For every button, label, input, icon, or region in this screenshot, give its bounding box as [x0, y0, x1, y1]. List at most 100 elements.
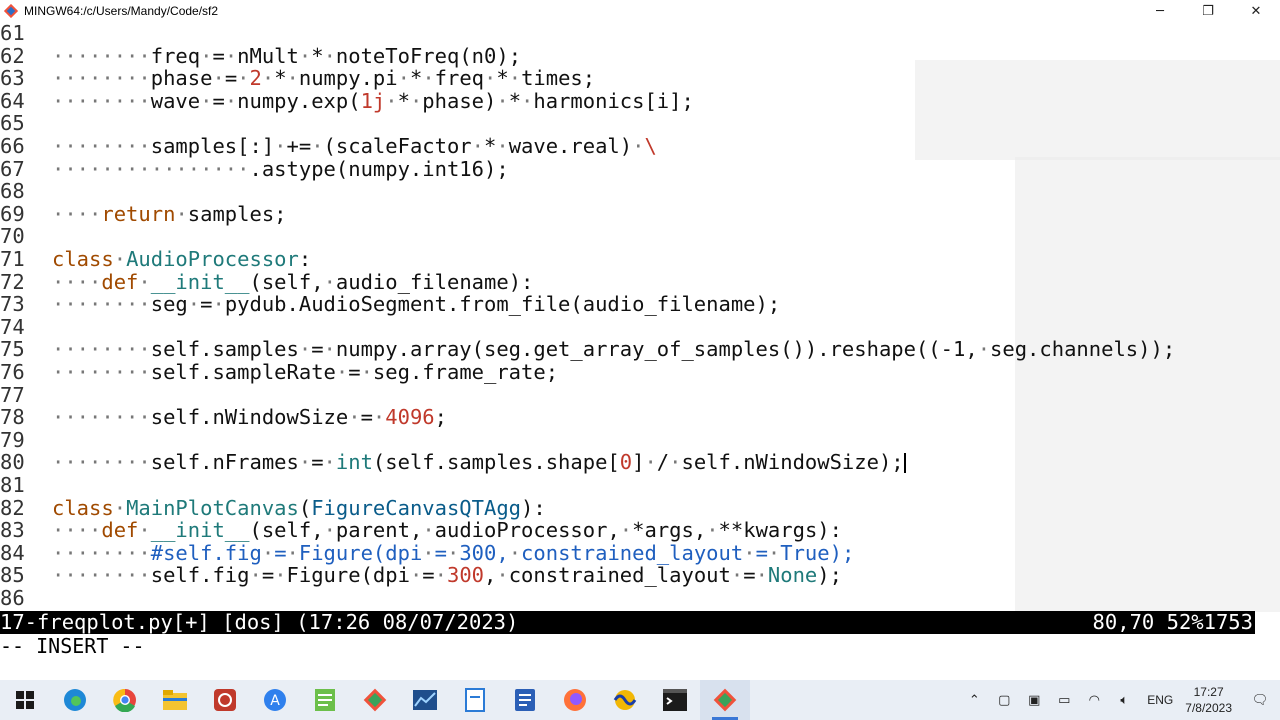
close-button[interactable]: ✕: [1232, 0, 1280, 22]
code-line[interactable]: 65: [0, 112, 52, 135]
edge-icon: [63, 688, 87, 712]
line-number: 68: [0, 179, 25, 204]
line-code: ········phase·=·2·*·numpy.pi·*·freq·*·ti…: [52, 66, 596, 91]
window-title: MINGW64:/c/Users/Mandy/Code/sf2: [24, 4, 219, 18]
background-ghost-window: [915, 60, 1280, 160]
taskbar-button-document[interactable]: [450, 680, 500, 720]
taskbar-button-edge[interactable]: [50, 680, 100, 720]
code-line[interactable]: 63 ········phase·=·2·*·numpy.pi·*·freq·*·…: [0, 67, 595, 90]
status-file-info: 17-freqplot.py[+] [dos] (17:26 08/07/202…: [0, 610, 519, 634]
code-line[interactable]: 66 ········samples[:]·+=·(scaleFactor·*·w…: [0, 135, 657, 158]
word-icon: [514, 688, 536, 712]
code-line[interactable]: 73 ········seg·=·pydub.AudioSegment.from_…: [0, 293, 780, 316]
taskbar-button-firefox[interactable]: [550, 680, 600, 720]
line-number: 73: [0, 292, 25, 317]
taskbar-button-audio-app[interactable]: [600, 680, 650, 720]
code-line[interactable]: 67 ················.astype(numpy.int16);: [0, 156, 509, 181]
line-code: ················.astype(numpy.int16);: [52, 156, 509, 181]
code-line[interactable]: 76 ········self.sampleRate·=·seg.frame_ra…: [0, 361, 558, 384]
battery-icon[interactable]: ▭: [1049, 680, 1079, 720]
line-code: ········self.samples·=·numpy.array(seg.g…: [52, 337, 1176, 362]
line-code: ········samples[:]·+=·(scaleFactor·*·wav…: [52, 134, 657, 158]
code-line[interactable]: 85 ········self.fig·=·Figure(dpi·=·300,·c…: [0, 564, 842, 587]
screen-icon[interactable]: ▣: [1019, 680, 1049, 720]
status-position: 80,70 52%1753: [1092, 610, 1253, 634]
taskbar-button-tool[interactable]: [200, 680, 250, 720]
taskbar-button-windows-start[interactable]: [0, 680, 50, 720]
clock-time: 17:27: [1193, 685, 1224, 699]
wifi-icon[interactable]: ◠: [1079, 680, 1109, 720]
windows-taskbar: A ⌃ ▢ ▣ ▭ ◠ 🔈︎ ENG 17:27 7/8/2023 🗨︎: [0, 680, 1280, 720]
line-code: ········#self.fig·=·Figure(dpi·=·300,·co…: [52, 540, 855, 565]
line-number: 83: [0, 518, 25, 543]
line-number: 66: [0, 134, 25, 158]
code-line[interactable]: 72 ····def·__init__(self,·audio_filename)…: [0, 269, 534, 294]
taskbar-button-file-explorer[interactable]: [150, 680, 200, 720]
vim-mode-indicator: -- INSERT --: [0, 634, 145, 658]
window-title-bar: MINGW64:/c/Users/Mandy/Code/sf2 ─ ❐ ✕: [0, 0, 1280, 22]
code-line[interactable]: 79: [0, 429, 52, 452]
taskbar-button-chrome[interactable]: [100, 680, 150, 720]
clock[interactable]: 17:27 7/8/2023: [1185, 684, 1232, 716]
code-line[interactable]: 86: [0, 587, 52, 610]
code-line[interactable]: 62 ········freq·=·nMult·*·noteToFreq(n0);: [0, 44, 521, 68]
code-line[interactable]: 81: [0, 474, 52, 497]
line-number: 61: [0, 22, 25, 45]
notification-icon[interactable]: 🗨︎: [1240, 680, 1280, 720]
line-number: 72: [0, 269, 25, 294]
code-line[interactable]: 64 ········wave·=·numpy.exp(1j·*·phase)·*…: [0, 89, 694, 113]
audio-app-icon: [613, 688, 637, 712]
language-indicator[interactable]: ENG: [1147, 693, 1173, 707]
chrome-icon: [113, 688, 137, 712]
restore-button[interactable]: ❐: [1184, 0, 1232, 22]
line-number: 78: [0, 405, 25, 430]
taskbar-button-git[interactable]: [350, 680, 400, 720]
git-bash-app-icon: [4, 4, 18, 18]
background-ghost-window: [1015, 157, 1280, 612]
code-line[interactable]: 74: [0, 316, 52, 339]
firefox-icon: [563, 688, 587, 712]
line-number: 75: [0, 337, 25, 362]
chevron-up-icon[interactable]: ⌃: [959, 680, 989, 720]
line-code: ····def·__init__(self,·parent,·audioProc…: [52, 518, 842, 543]
line-code: ········self.nFrames·=·int(self.samples.…: [52, 450, 904, 475]
line-number: 86: [0, 586, 25, 610]
code-line[interactable]: 77: [0, 383, 52, 407]
code-line[interactable]: 84 ········#self.fig·=·Figure(dpi·=·300,·…: [0, 540, 855, 565]
code-line[interactable]: 75 ········self.samples·=·numpy.array(seg…: [0, 338, 1175, 361]
code-line[interactable]: 69 ····return·samples;: [0, 201, 287, 226]
document-icon: [465, 688, 485, 712]
line-code: ····def·__init__(self,·audio_filename):: [52, 269, 534, 294]
vim-status-line: 17-freqplot.py[+] [dos] (17:26 08/07/202…: [0, 611, 1255, 634]
code-line[interactable]: 68: [0, 180, 52, 203]
volume-icon[interactable]: 🔈︎: [1109, 680, 1139, 720]
taskbar-button-git-bash[interactable]: [700, 680, 750, 720]
vim-editor[interactable]: 61 62 ········freq·=·nMult·*·noteToFreq(n0…: [0, 22, 1280, 612]
line-number: 85: [0, 563, 25, 588]
code-line[interactable]: 82 class·MainPlotCanvas(FigureCanvasQTAgg…: [0, 495, 546, 520]
git-bash-icon: [713, 688, 737, 712]
line-code: ········self.fig·=·Figure(dpi·=·300,·con…: [52, 563, 842, 588]
code-line[interactable]: 71 class·AudioProcessor:: [0, 248, 311, 271]
code-line[interactable]: 61: [0, 22, 52, 45]
code-line[interactable]: 80 ········self.nFrames·=·int(self.sample…: [0, 451, 906, 474]
taskbar-button-word[interactable]: [500, 680, 550, 720]
code-line[interactable]: 83 ····def·__init__(self,·parent,·audioPr…: [0, 519, 842, 542]
code-line[interactable]: 70: [0, 225, 52, 248]
taskbar-button-chart-app[interactable]: [400, 680, 450, 720]
taskbar-button-notepad[interactable]: [300, 680, 350, 720]
line-code: ····return·samples;: [52, 201, 287, 226]
taskbar-button-terminal[interactable]: [650, 680, 700, 720]
tool-icon: [213, 688, 237, 712]
line-number: 71: [0, 247, 25, 271]
line-number: 70: [0, 224, 25, 249]
taskbar-button-app-store[interactable]: A: [250, 680, 300, 720]
minimize-button[interactable]: ─: [1136, 0, 1184, 22]
line-code: ········self.nWindowSize·=·4096;: [52, 405, 447, 430]
line-code: class·MainPlotCanvas(FigureCanvasQTAgg):: [52, 495, 546, 520]
git-icon: [363, 688, 387, 712]
meet-now-icon[interactable]: ▢: [989, 680, 1019, 720]
windows-start-icon: [16, 691, 34, 709]
code-line[interactable]: 78 ········self.nWindowSize·=·4096;: [0, 406, 447, 429]
line-number: 81: [0, 473, 25, 497]
